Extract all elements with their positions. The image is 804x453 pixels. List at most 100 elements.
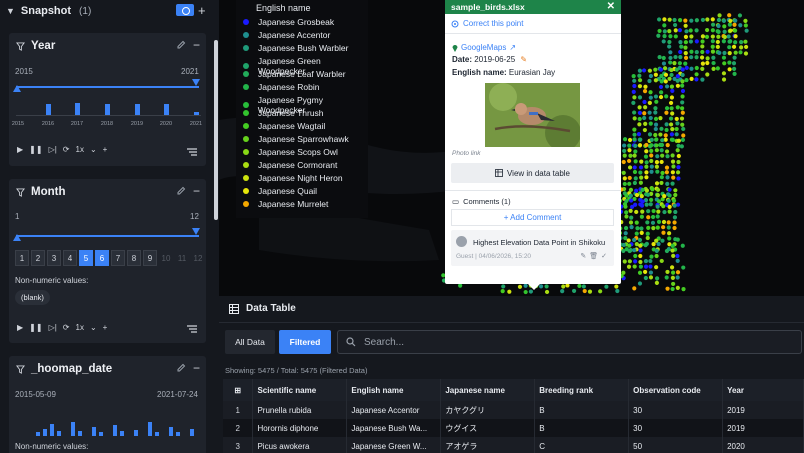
legend-item[interactable]: Japanese Quail — [243, 186, 317, 196]
observation-point[interactable] — [665, 175, 670, 180]
observation-point[interactable] — [670, 127, 675, 132]
observation-point[interactable] — [672, 203, 677, 208]
observation-point[interactable] — [642, 127, 647, 133]
observation-point[interactable] — [623, 225, 629, 231]
observation-point[interactable] — [639, 203, 645, 208]
observation-point[interactable] — [694, 50, 699, 55]
observation-point[interactable] — [733, 40, 738, 45]
observation-point[interactable] — [664, 170, 669, 175]
legend-item[interactable]: Japanese Night Heron — [243, 173, 343, 183]
observation-point[interactable] — [667, 39, 672, 45]
observation-point[interactable] — [628, 187, 634, 192]
observation-point[interactable] — [615, 288, 620, 294]
observation-point[interactable] — [672, 17, 677, 23]
observation-point[interactable] — [678, 55, 683, 60]
legend-item[interactable]: Japanese Grosbeak — [243, 17, 334, 27]
observation-point[interactable] — [648, 90, 653, 95]
observation-point[interactable] — [640, 209, 645, 214]
sort-icon[interactable] — [187, 325, 197, 333]
observation-point[interactable] — [710, 17, 715, 22]
observation-point[interactable] — [744, 28, 749, 33]
observation-point[interactable] — [666, 198, 671, 203]
observation-point[interactable] — [733, 34, 738, 39]
legend-item[interactable]: Japanese Murrelet — [243, 199, 328, 209]
table-cell[interactable]: Prunella rubida — [252, 401, 348, 419]
observation-point[interactable] — [659, 126, 664, 131]
observation-point[interactable] — [639, 159, 644, 164]
observation-point[interactable] — [651, 241, 656, 247]
observation-point[interactable] — [655, 169, 660, 174]
observation-point[interactable] — [633, 259, 638, 264]
observation-point[interactable] — [670, 243, 675, 248]
observation-point[interactable] — [643, 242, 648, 248]
year-range-track[interactable] — [16, 86, 199, 88]
observation-point[interactable] — [638, 165, 644, 170]
observation-point[interactable] — [683, 55, 689, 60]
observation-point[interactable] — [622, 176, 627, 181]
observation-point[interactable] — [632, 237, 637, 243]
observation-point[interactable] — [669, 95, 675, 100]
observation-point[interactable] — [737, 13, 743, 18]
observation-point[interactable] — [660, 153, 665, 158]
observation-point[interactable] — [635, 226, 640, 231]
observation-point[interactable] — [631, 100, 636, 105]
edit-icon[interactable] — [176, 40, 186, 50]
observation-point[interactable] — [644, 202, 649, 207]
observation-point[interactable] — [653, 94, 659, 99]
observation-point[interactable] — [659, 159, 664, 165]
observation-point[interactable] — [655, 187, 661, 192]
observation-point[interactable] — [656, 17, 662, 22]
observation-point[interactable] — [670, 275, 675, 280]
observation-point[interactable] — [647, 100, 652, 105]
observation-point[interactable] — [728, 39, 733, 44]
observation-point[interactable] — [523, 289, 528, 295]
observation-point[interactable] — [667, 209, 672, 214]
observation-point[interactable] — [654, 160, 660, 165]
observation-point[interactable] — [632, 127, 637, 132]
tab-filtered[interactable]: Filtered — [279, 330, 331, 354]
observation-point[interactable] — [634, 220, 639, 225]
observation-point[interactable] — [655, 276, 660, 281]
legend-item[interactable]: Japanese Leaf Warbler — [243, 69, 346, 79]
observation-point[interactable] — [632, 95, 637, 100]
observation-point[interactable] — [717, 13, 722, 18]
observation-point[interactable] — [667, 236, 672, 241]
observation-point[interactable] — [700, 61, 705, 66]
observation-point[interactable] — [622, 148, 627, 153]
observation-point[interactable] — [655, 225, 660, 230]
observation-point[interactable] — [700, 66, 705, 72]
column-header[interactable]: English name — [346, 379, 442, 401]
observation-point[interactable] — [670, 286, 675, 292]
observation-point[interactable] — [676, 143, 681, 148]
month-button[interactable]: 2 — [31, 250, 45, 266]
select-columns-icon[interactable]: ⊞ — [223, 379, 254, 401]
photo-link-label[interactable]: Photo link — [452, 150, 481, 157]
observation-point[interactable] — [658, 67, 664, 72]
step-back-icon[interactable]: ▷| — [49, 323, 57, 332]
observation-point[interactable] — [621, 170, 626, 175]
observation-point[interactable] — [711, 66, 716, 71]
observation-point[interactable] — [632, 264, 637, 269]
observation-point[interactable] — [738, 50, 743, 55]
observation-point[interactable] — [649, 254, 654, 259]
observation-point[interactable] — [650, 187, 655, 192]
observation-point[interactable] — [704, 27, 710, 33]
observation-point[interactable] — [640, 187, 645, 192]
observation-point[interactable] — [667, 187, 672, 192]
observation-point[interactable] — [689, 18, 694, 23]
observation-point[interactable] — [722, 61, 727, 66]
observation-point[interactable] — [667, 204, 672, 209]
observation-point[interactable] — [624, 214, 629, 219]
month-button[interactable]: 11 — [175, 250, 189, 266]
observation-point[interactable] — [544, 289, 550, 295]
add-comment-button[interactable]: + Add Comment — [451, 209, 614, 226]
observation-point[interactable] — [671, 164, 676, 169]
observation-point[interactable] — [665, 286, 670, 291]
observation-point[interactable] — [664, 94, 669, 99]
observation-point[interactable] — [732, 55, 737, 60]
observation-point[interactable] — [661, 219, 667, 225]
play-icon[interactable]: ▶ — [17, 145, 23, 154]
observation-point[interactable] — [711, 55, 716, 60]
observation-point[interactable] — [704, 34, 710, 40]
observation-point[interactable] — [710, 44, 715, 49]
